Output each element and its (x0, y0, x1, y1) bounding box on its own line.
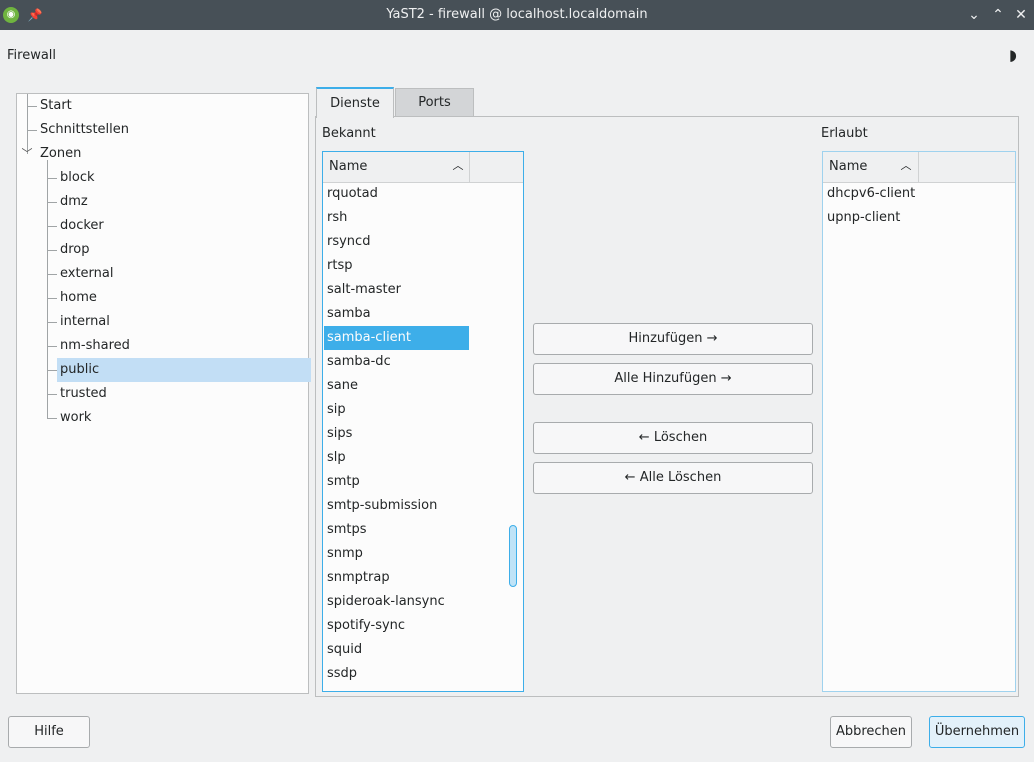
tree-connector-line (27, 130, 37, 131)
allowed-name-column-header[interactable]: Name ︿ (823, 152, 919, 182)
window-titlebar: ◉ 📌 YaST2 - firewall @ localhost.localdo… (0, 0, 1034, 30)
tree-zone-public[interactable]: public (57, 358, 311, 382)
tree-zone-docker[interactable]: docker (57, 214, 104, 238)
help-button[interactable]: Hilfe (8, 716, 90, 748)
remove-button[interactable]: ← Löschen (533, 422, 813, 454)
name-column-label: Name (829, 159, 868, 174)
collapse-chevron-icon[interactable]: ﹀ (21, 148, 33, 160)
known-service-row[interactable]: rsyncd (324, 230, 469, 254)
tree-connector-line (47, 346, 57, 347)
close-icon[interactable]: ✕ (1012, 6, 1030, 24)
known-service-row[interactable]: samba (324, 302, 469, 326)
tree-connector-line (27, 94, 28, 154)
tree-connector-line (47, 274, 57, 275)
known-service-row[interactable]: smtp (324, 470, 469, 494)
tree-connector-line (47, 394, 57, 395)
known-list-header: Name ︿ (323, 152, 523, 183)
known-service-row[interactable]: spotify-sync (324, 614, 469, 638)
known-service-row[interactable]: sane (324, 374, 469, 398)
moon-icon: ◗ (1009, 46, 1017, 64)
tree-connector-line (47, 370, 57, 371)
allowed-service-row[interactable]: dhcpv6-client (824, 182, 1014, 206)
tree-connector-line (27, 106, 37, 107)
known-service-row[interactable]: rquotad (324, 182, 469, 206)
tree-zone-drop[interactable]: drop (57, 238, 90, 262)
allowed-service-row[interactable]: upnp-client (824, 206, 1014, 230)
sort-ascending-icon: ︿ (900, 159, 912, 172)
known-service-row[interactable]: rsh (324, 206, 469, 230)
known-label: Bekannt (322, 126, 376, 141)
tree-zone-internal[interactable]: internal (57, 310, 110, 334)
known-list-scrollbar[interactable] (503, 183, 523, 691)
known-service-row[interactable]: samba-client (324, 326, 469, 350)
tree-connector-line (47, 250, 57, 251)
tree-zone-block[interactable]: block (57, 166, 95, 190)
known-service-row[interactable]: snmp (324, 542, 469, 566)
tab-ports[interactable]: Ports (395, 88, 474, 116)
window-title: YaST2 - firewall @ localhost.localdomain (386, 7, 648, 22)
tree-item-start[interactable]: Start (37, 94, 72, 118)
known-service-row[interactable]: smtps (324, 518, 469, 542)
known-service-row[interactable]: sip (324, 398, 469, 422)
tree-zone-work[interactable]: work (57, 406, 91, 430)
known-service-row[interactable]: ssdp (324, 662, 469, 686)
tree-connector-line (47, 226, 57, 227)
name-column-header[interactable]: Name ︿ (323, 152, 470, 182)
page-title: Firewall (7, 48, 57, 63)
tree-connector-line (47, 418, 57, 419)
tree-zone-dmz[interactable]: dmz (57, 190, 88, 214)
tree-zone-home[interactable]: home (57, 286, 97, 310)
known-service-row[interactable]: spideroak-lansync (324, 590, 469, 614)
tree-zone-external[interactable]: external (57, 262, 114, 286)
tab-dienste[interactable]: Dienste (316, 87, 394, 118)
tree-connector-line (47, 178, 57, 179)
tree-connector-line (47, 322, 57, 323)
allowed-list-header: Name ︿ (823, 152, 1015, 183)
name-column-label: Name (329, 159, 368, 174)
allowed-services-list[interactable]: Name ︿ dhcpv6-client upnp-client (822, 151, 1016, 692)
scrollbar-thumb[interactable] (509, 525, 517, 587)
add-button[interactable]: Hinzufügen → (533, 323, 813, 355)
maximize-icon[interactable]: ⌃ (989, 6, 1007, 24)
known-services-list[interactable]: Name ︿ rquotad rsh rsyncd rtsp salt-master sa… (322, 151, 524, 692)
allowed-label: Erlaubt (821, 126, 868, 141)
sort-ascending-icon: ︿ (452, 159, 464, 172)
add-all-button[interactable]: Alle Hinzufügen → (533, 363, 813, 395)
known-service-row[interactable]: smtp-submission (324, 494, 469, 518)
tree-connector-line (47, 298, 57, 299)
known-service-row[interactable]: rtsp (324, 254, 469, 278)
known-service-row[interactable]: salt-master (324, 278, 469, 302)
tree-connector-line (47, 202, 57, 203)
known-service-row[interactable]: squid (324, 638, 469, 662)
minimize-icon[interactable]: ⌄ (965, 6, 983, 24)
apply-button[interactable]: Übernehmen (929, 716, 1025, 748)
remove-all-button[interactable]: ← Alle Löschen (533, 462, 813, 494)
tree-item-schnittstellen[interactable]: Schnittstellen (37, 118, 129, 142)
tree-item-zonen[interactable]: Zonen (37, 142, 81, 166)
cancel-button[interactable]: Abbrechen (830, 716, 912, 748)
known-service-row[interactable]: snmptrap (324, 566, 469, 590)
known-service-row[interactable]: samba-dc (324, 350, 469, 374)
tree-connector-line (47, 160, 48, 418)
navigation-tree: Start Schnittstellen Zonen ﹀ block dmz docker d… (16, 93, 311, 694)
known-service-row[interactable]: sips (324, 422, 469, 446)
tree-zone-nm-shared[interactable]: nm-shared (57, 334, 130, 358)
tree-zone-trusted[interactable]: trusted (57, 382, 107, 406)
known-service-row[interactable]: slp (324, 446, 469, 470)
